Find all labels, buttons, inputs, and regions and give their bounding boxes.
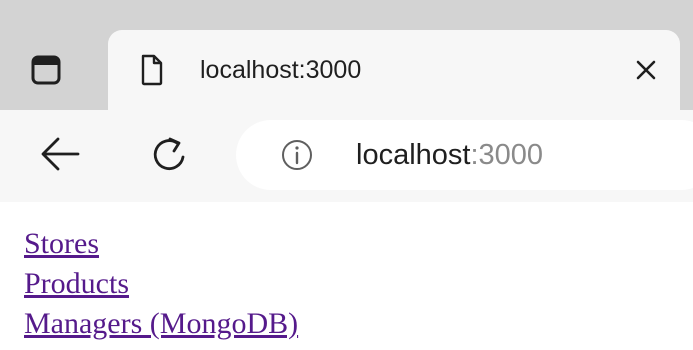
close-icon[interactable]: [634, 58, 658, 82]
reload-icon[interactable]: [150, 132, 190, 176]
active-tab[interactable]: localhost:3000: [108, 30, 680, 110]
page-icon: [141, 54, 163, 86]
browser-window: localhost:3000 localhost:3000 Stores Pro…: [0, 0, 693, 350]
stores-link[interactable]: Stores: [24, 227, 99, 260]
list-item: Stores: [24, 224, 298, 264]
list-item: Products: [24, 264, 298, 304]
link-list: Stores Products Managers (MongoDB): [24, 224, 298, 344]
info-icon[interactable]: [280, 138, 314, 172]
tab-title: localhost:3000: [200, 56, 362, 84]
navigation-toolbar: localhost:3000: [0, 110, 693, 202]
url-text[interactable]: localhost:3000: [356, 138, 543, 172]
managers-link[interactable]: Managers (MongoDB): [24, 307, 298, 340]
products-link[interactable]: Products: [24, 267, 129, 300]
address-bar[interactable]: localhost:3000: [236, 120, 693, 190]
url-host: localhost: [356, 139, 471, 171]
tab-strip: localhost:3000: [0, 0, 693, 110]
url-port: :3000: [470, 139, 544, 171]
back-arrow-icon[interactable]: [38, 134, 82, 174]
tab-actions-menu-icon: [31, 55, 61, 85]
page-content: Stores Products Managers (MongoDB): [0, 202, 693, 350]
tab-actions-button[interactable]: [26, 52, 66, 88]
list-item: Managers (MongoDB): [24, 304, 298, 344]
